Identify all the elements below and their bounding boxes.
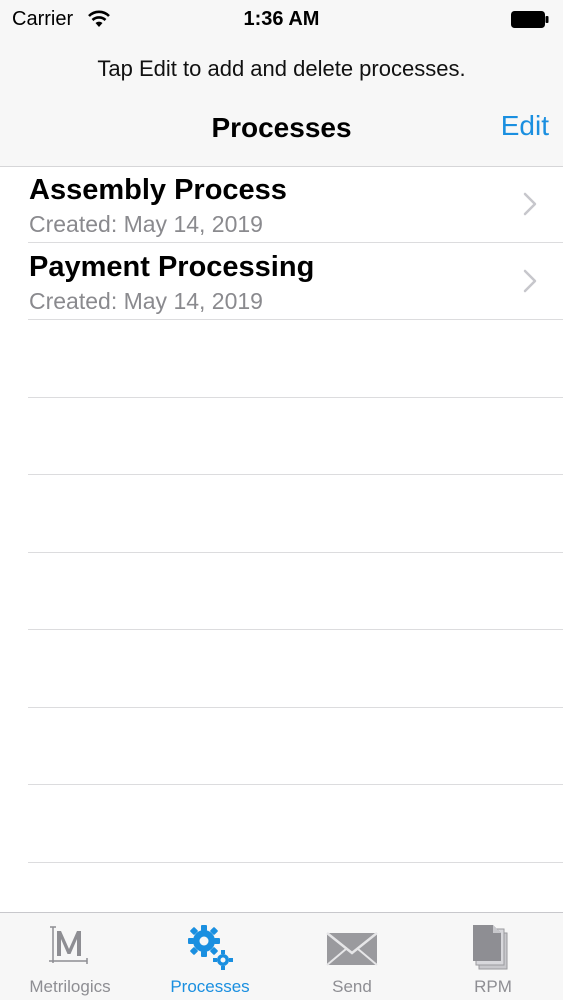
chevron-right-icon — [523, 192, 537, 216]
status-time: 1:36 AM — [243, 8, 320, 30]
empty-row — [28, 863, 563, 913]
process-name: Payment Processing — [29, 251, 315, 283]
documents-icon — [473, 925, 508, 970]
page-title: Processes — [211, 112, 352, 143]
empty-row — [28, 320, 563, 398]
edit-button[interactable]: Edit — [501, 110, 549, 142]
process-name: Assembly Process — [29, 174, 287, 206]
tab-bar: Metrilogics Processes Send RPM — [0, 912, 563, 1000]
empty-row — [28, 708, 563, 785]
tab-metrilogics[interactable]: Metrilogics — [0, 913, 140, 1001]
empty-row — [28, 475, 563, 553]
tab-rpm[interactable]: RPM — [423, 913, 563, 1001]
empty-row — [28, 398, 563, 475]
tab-label: RPM — [474, 977, 512, 996]
tab-label: Processes — [170, 977, 250, 996]
table-row[interactable]: Payment Processing Created: May 14, 2019 — [28, 243, 563, 320]
tab-processes[interactable]: Processes — [140, 913, 280, 1001]
chevron-right-icon — [523, 269, 537, 293]
processes-table[interactable]: Assembly Process Created: May 14, 2019 P… — [0, 166, 563, 912]
tab-send[interactable]: Send — [282, 913, 422, 1001]
top-chrome: Carrier 1:36 AM Tap Edit to add and dele… — [0, 0, 563, 167]
process-created: Created: May 14, 2019 — [29, 288, 263, 314]
battery-icon — [511, 11, 549, 28]
edit-prompt: Tap Edit to add and delete processes. — [97, 56, 466, 81]
table-row[interactable]: Assembly Process Created: May 14, 2019 — [28, 166, 563, 243]
empty-row — [28, 630, 563, 708]
gears-icon — [188, 925, 233, 970]
empty-row — [28, 553, 563, 630]
empty-row — [28, 785, 563, 863]
tab-label: Metrilogics — [29, 977, 111, 996]
envelope-icon — [326, 932, 378, 966]
metrilogics-logo-icon — [49, 926, 88, 964]
status-bar: Carrier 1:36 AM — [0, 0, 563, 40]
tab-label: Send — [332, 977, 372, 996]
process-created: Created: May 14, 2019 — [29, 211, 263, 237]
